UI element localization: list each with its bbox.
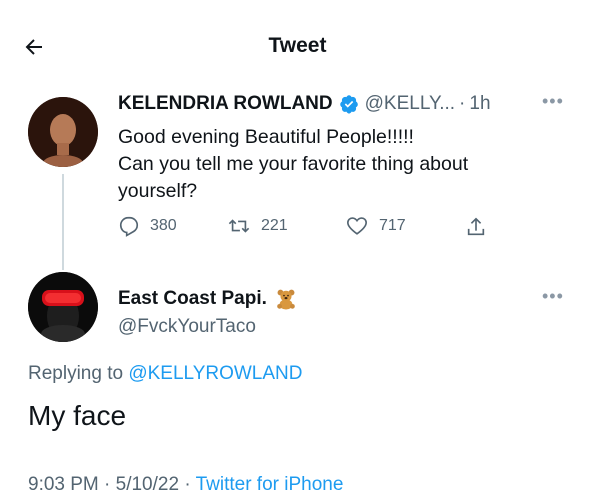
avatar-image [28,97,98,167]
tweet-metadata: 9:03 PM · 5/10/22 · Twitter for iPhone [28,474,343,496]
share-icon [467,217,485,236]
tweet-header: Tweet [0,0,595,92]
thread-connector [62,174,64,270]
tweet-time[interactable]: 1h [469,93,490,115]
reply-author-row: East Coast Papi. [118,288,297,310]
replying-to: Replying to @KELLYROWLAND [28,363,303,385]
verified-badge-icon [339,95,358,114]
tweet-text-line: Good evening Beautiful People!!!!! [118,126,414,148]
reply-author-handle[interactable]: @FvckYourTaco [118,316,256,338]
tweet-actions: 380 221 717 [118,215,498,243]
more-options-icon[interactable]: ••• [542,286,564,307]
reply-text: My face [28,400,127,431]
reply-count: 380 [150,217,177,234]
like-count: 717 [379,217,406,234]
reply-icon [119,216,139,237]
separator-dot: · [459,93,466,114]
tweet-text-line: yourself? [118,180,198,202]
tweet-timestamp[interactable]: 9:03 PM · 5/10/22 · [28,474,196,495]
more-options-icon[interactable]: ••• [542,91,564,112]
replying-to-label: Replying to [28,363,124,384]
avatar-image [28,272,98,342]
replying-to-mention[interactable]: @KELLYROWLAND [128,363,302,384]
tweet-text-line: Can you tell me your favorite thing abou… [118,153,469,175]
teddy-bear-icon [277,289,295,310]
page-title: Tweet [268,34,327,57]
retweet-button[interactable]: 221 [227,215,288,237]
author-handle[interactable]: @KELLY... [365,93,455,115]
avatar[interactable] [28,97,98,167]
tweet-text: Good evening Beautiful People!!!!! Can y… [118,124,578,205]
reply-author-display-name[interactable]: East Coast Papi. [118,288,267,310]
tweet-source[interactable]: Twitter for iPhone [196,474,344,495]
heart-icon [347,217,367,235]
tweet-author-row: KELENDRIA ROWLAND @KELLY... · 1h [118,93,491,115]
avatar[interactable] [28,272,98,342]
like-button[interactable]: 717 [345,215,406,237]
retweet-count: 221 [261,217,288,234]
author-display-name[interactable]: KELENDRIA ROWLAND [118,93,333,115]
retweet-icon [228,219,250,233]
share-button[interactable] [465,215,497,239]
reply-button[interactable]: 380 [118,215,177,237]
